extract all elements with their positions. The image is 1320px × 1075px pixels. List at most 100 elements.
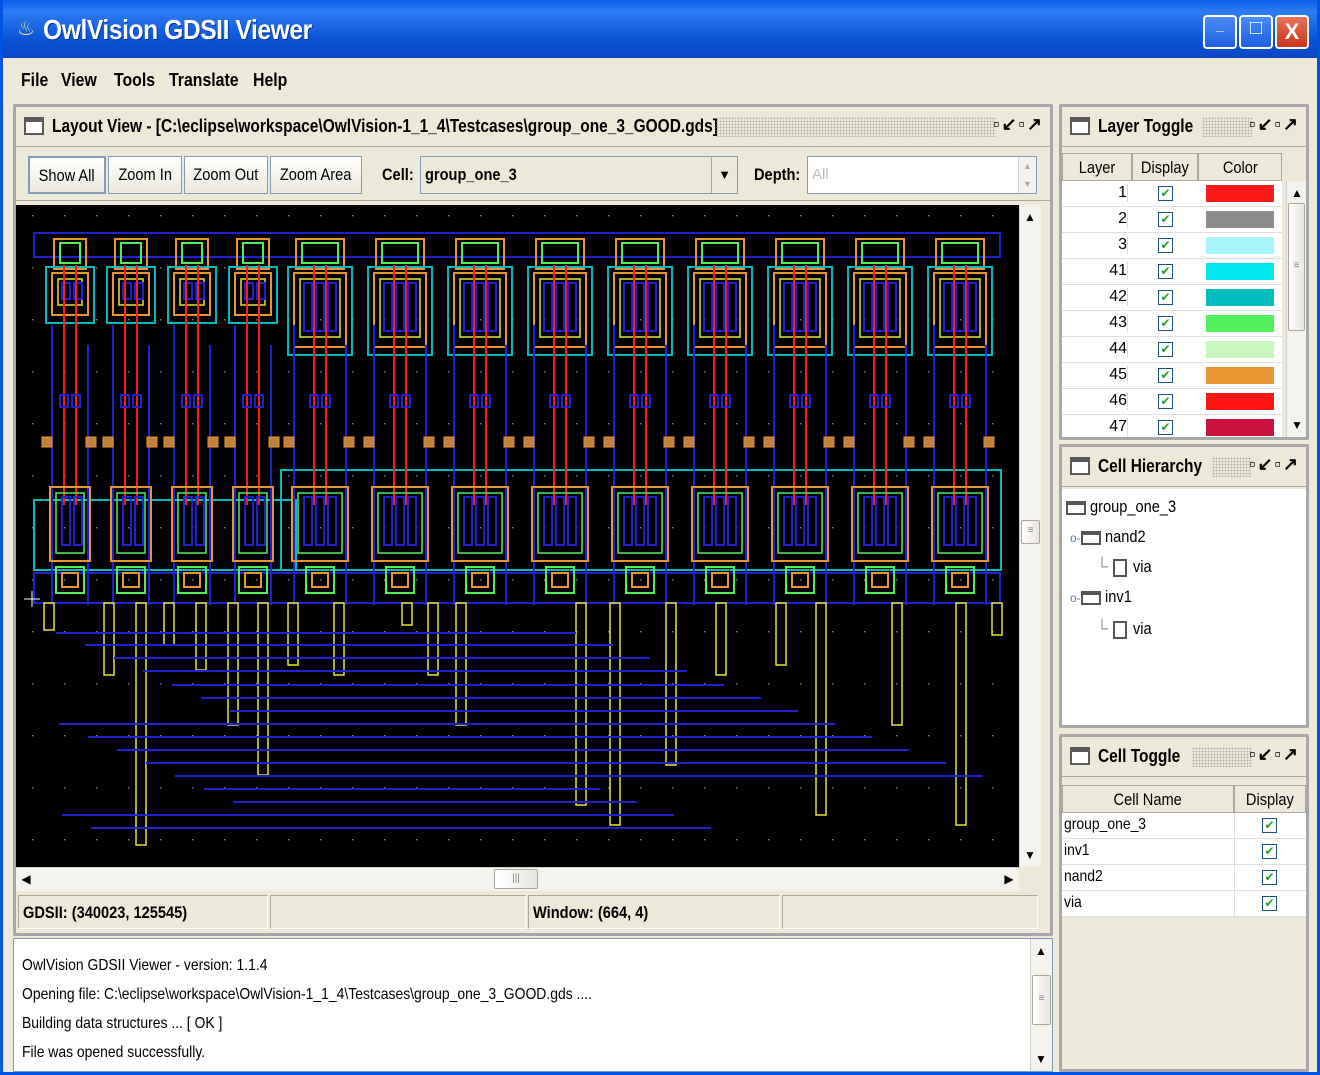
layer-color-swatch[interactable] bbox=[1206, 341, 1274, 358]
layer-number: 45 bbox=[1062, 366, 1128, 384]
tree-node-via[interactable]: └ via bbox=[1096, 557, 1155, 577]
display-checkbox[interactable]: ✔ bbox=[1158, 420, 1173, 435]
contact bbox=[715, 282, 725, 332]
layer-scroll-thumb[interactable]: ≡ bbox=[1288, 203, 1305, 331]
display-checkbox[interactable]: ✔ bbox=[1158, 368, 1173, 383]
zoom-in-button[interactable]: Zoom In bbox=[108, 156, 182, 194]
frame-window-buttons[interactable]: ▫↙▫↗ bbox=[1249, 114, 1300, 135]
grid-dot bbox=[64, 839, 66, 841]
grid-dot bbox=[32, 319, 34, 321]
display-checkbox[interactable]: ✔ bbox=[1158, 238, 1173, 253]
display-checkbox[interactable]: ✔ bbox=[1262, 844, 1277, 859]
tree-node-nand2[interactable]: o-nand2 bbox=[1070, 527, 1152, 547]
column-header-display[interactable]: Display bbox=[1132, 153, 1198, 181]
scroll-right-icon[interactable]: ▶ bbox=[999, 869, 1019, 889]
close-button[interactable]: X bbox=[1275, 15, 1309, 49]
tree-node-via[interactable]: └ via bbox=[1096, 619, 1155, 639]
grid-dot bbox=[192, 579, 194, 581]
log-scrollbar[interactable]: ▲ ≡ ▼ bbox=[1030, 939, 1052, 1071]
cell-toggle-titlebar[interactable]: Cell Toggle ▫↙▫↗ bbox=[1062, 737, 1306, 777]
scroll-down-icon[interactable]: ▼ bbox=[1287, 415, 1307, 435]
grid-dot bbox=[256, 423, 258, 425]
layer-color-swatch[interactable] bbox=[1206, 419, 1274, 436]
layout-canvas[interactable] bbox=[16, 205, 1019, 867]
layer-color-swatch[interactable] bbox=[1206, 367, 1274, 384]
display-checkbox[interactable]: ✔ bbox=[1158, 394, 1173, 409]
transistor bbox=[371, 486, 429, 562]
show-all-button[interactable]: Show All bbox=[28, 156, 106, 194]
frame-window-buttons[interactable]: ▫↙▫↗ bbox=[1249, 744, 1300, 765]
tree-handle-icon[interactable]: o- bbox=[1070, 531, 1081, 545]
contact bbox=[703, 496, 713, 546]
layout-horizontal-scrollbar[interactable]: ◀ ||| ▶ bbox=[16, 867, 1019, 891]
display-checkbox[interactable]: ✔ bbox=[1158, 316, 1173, 331]
menu-help[interactable]: Help bbox=[253, 70, 287, 91]
column-header-layer[interactable]: Layer No. bbox=[1062, 153, 1132, 204]
column-header-cell-name[interactable]: Cell Name bbox=[1062, 785, 1234, 813]
layout-drawing[interactable] bbox=[16, 205, 1019, 867]
contact bbox=[955, 496, 965, 546]
pin bbox=[983, 436, 995, 448]
grid-dot bbox=[64, 787, 66, 789]
minimize-button[interactable]: _ bbox=[1203, 15, 1237, 49]
menu-tools[interactable]: Tools bbox=[114, 70, 155, 91]
layer-table-scrollbar[interactable]: ▲ ≡ ▼ bbox=[1286, 181, 1306, 437]
contact bbox=[863, 496, 873, 546]
zoom-area-button[interactable]: Zoom Area bbox=[270, 156, 362, 194]
layout-view-titlebar[interactable]: Layout View - [C:\eclipse\workspace\OwlV… bbox=[16, 107, 1050, 147]
title-bar[interactable]: ♨ OwlVision GDSII Viewer _ □ X bbox=[3, 0, 1317, 58]
menu-view[interactable]: View bbox=[61, 70, 97, 91]
layer-color-swatch[interactable] bbox=[1206, 393, 1274, 410]
grid-dot bbox=[512, 371, 514, 373]
depth-input[interactable]: All ▲ ▼ bbox=[807, 156, 1037, 194]
scroll-up-icon[interactable]: ▲ bbox=[1287, 183, 1307, 203]
tree-node-inv1[interactable]: o-inv1 bbox=[1070, 587, 1136, 607]
via-frame bbox=[122, 572, 140, 588]
tree-handle-icon[interactable]: o- bbox=[1070, 591, 1081, 605]
scroll-up-icon[interactable]: ▲ bbox=[1031, 941, 1051, 961]
cell-hierarchy-titlebar[interactable]: Cell Hierarchy ▫↙▫↗ bbox=[1062, 447, 1306, 487]
layer-color-swatch[interactable] bbox=[1206, 315, 1274, 332]
vertical-scroll-thumb[interactable]: ≡ bbox=[1021, 520, 1040, 544]
depth-spinner[interactable]: ▲ ▼ bbox=[1018, 157, 1036, 193]
layer-toggle-titlebar[interactable]: Layer Toggle ▫↙▫↗ bbox=[1062, 107, 1306, 147]
display-checkbox[interactable]: ✔ bbox=[1158, 290, 1173, 305]
log-scroll-thumb[interactable]: ≡ bbox=[1032, 975, 1051, 1025]
grid-dot bbox=[192, 319, 194, 321]
contact bbox=[463, 282, 473, 332]
grid-dot bbox=[864, 215, 866, 217]
contact bbox=[543, 282, 553, 332]
layer-color-swatch[interactable] bbox=[1206, 289, 1274, 306]
display-checkbox[interactable]: ✔ bbox=[1158, 186, 1173, 201]
column-header-color[interactable]: Color bbox=[1198, 153, 1282, 181]
scroll-down-icon[interactable]: ▼ bbox=[1031, 1049, 1051, 1069]
menu-translate[interactable]: Translate bbox=[169, 70, 239, 91]
display-checkbox[interactable]: ✔ bbox=[1262, 896, 1277, 911]
frame-window-buttons[interactable]: ▫↙▫↗ bbox=[993, 114, 1044, 135]
metal2-wire bbox=[991, 602, 1003, 636]
grid-dot bbox=[224, 527, 226, 529]
zoom-out-button[interactable]: Zoom Out bbox=[184, 156, 268, 194]
display-checkbox[interactable]: ✔ bbox=[1158, 342, 1173, 357]
display-checkbox[interactable]: ✔ bbox=[1262, 870, 1277, 885]
menu-file[interactable]: File bbox=[21, 70, 48, 91]
tree-node-root[interactable]: group_one_3 bbox=[1066, 497, 1190, 517]
column-header-display[interactable]: Display bbox=[1234, 785, 1306, 813]
maximize-button[interactable]: □ bbox=[1239, 15, 1273, 49]
cell-select[interactable]: group_one_3 ▼ bbox=[420, 156, 738, 194]
layer-color-swatch[interactable] bbox=[1206, 211, 1274, 228]
contact bbox=[395, 282, 405, 332]
display-checkbox[interactable]: ✔ bbox=[1158, 264, 1173, 279]
layer-color-swatch[interactable] bbox=[1206, 237, 1274, 254]
display-checkbox[interactable]: ✔ bbox=[1158, 212, 1173, 227]
layer-color-swatch[interactable] bbox=[1206, 185, 1274, 202]
horizontal-scroll-thumb[interactable]: ||| bbox=[494, 869, 538, 889]
chevron-down-icon[interactable]: ▼ bbox=[711, 157, 737, 193]
layer-color-swatch[interactable] bbox=[1206, 263, 1274, 280]
display-checkbox[interactable]: ✔ bbox=[1262, 818, 1277, 833]
frame-window-buttons[interactable]: ▫↙▫↗ bbox=[1249, 454, 1300, 475]
scroll-left-icon[interactable]: ◀ bbox=[16, 869, 36, 889]
scroll-down-icon[interactable]: ▼ bbox=[1020, 845, 1040, 865]
scroll-up-icon[interactable]: ▲ bbox=[1020, 207, 1040, 227]
layout-vertical-scrollbar[interactable]: ▲ ≡ ▼ bbox=[1019, 205, 1041, 867]
